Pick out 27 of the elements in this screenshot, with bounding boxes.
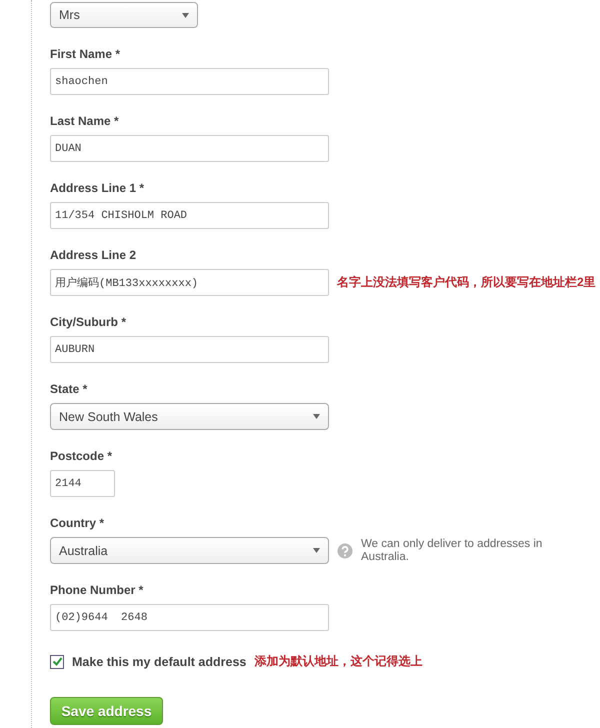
input-field[interactable]: shaochen [50, 68, 329, 95]
field-label: Country * [50, 515, 105, 531]
field-label: Last Name * [50, 113, 120, 129]
field-label: Phone Number * [50, 582, 144, 598]
select-field[interactable]: Mrs [50, 2, 198, 28]
input-field[interactable]: 用户编码(MB133xxxxxxxx) [50, 269, 329, 296]
input-field[interactable]: 2144 [50, 470, 115, 497]
annotation-note: 添加为默认地址，这个记得选上 [254, 653, 422, 670]
field-label: Address Line 2 [50, 247, 138, 263]
help-text: We can only deliver to addresses in Australia. [361, 538, 544, 564]
select-field[interactable]: Australia [50, 537, 329, 564]
select-field[interactable]: New South Wales [50, 403, 329, 430]
annotation-note: 名字上没法填写客户代码，所以要写在地址栏2里 [337, 274, 596, 291]
input-field[interactable]: DUAN [50, 135, 329, 162]
caret-icon [313, 414, 320, 419]
caret-icon [182, 12, 189, 18]
input-field[interactable]: (02)9644 2648 [50, 604, 329, 631]
field-label: State * [50, 381, 88, 397]
caret-icon [313, 548, 320, 553]
input-field[interactable]: AUBURN [50, 336, 329, 363]
checkbox[interactable] [50, 654, 64, 668]
field-label: City/Suburb * [50, 314, 128, 330]
input-field[interactable]: 11/354 CHISHOLM ROAD [50, 202, 329, 229]
checkbox-label: Make this my default address [72, 654, 246, 668]
field-label: First Name * [50, 46, 122, 62]
field-label: Address Line 1 * [50, 180, 146, 196]
field-label: Postcode * [50, 448, 114, 464]
